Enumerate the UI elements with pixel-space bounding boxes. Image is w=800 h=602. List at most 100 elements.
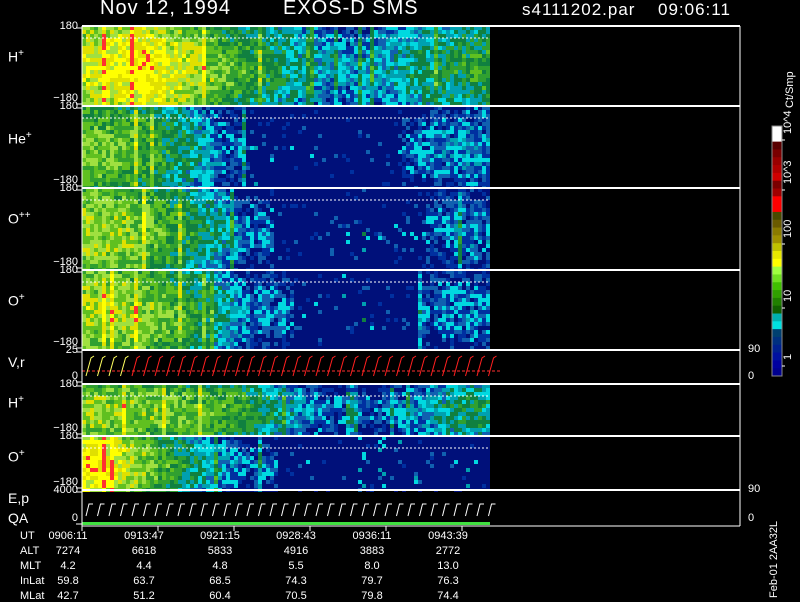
o-plusplus-cell [162,260,166,264]
o-plusplus-cell [190,252,194,256]
he-plus-cell [434,142,438,146]
he-plus-cell [130,154,134,158]
o-plusplus-cell [446,244,450,248]
h-plus-cell [254,86,258,90]
o-plusplus-cell [426,204,430,208]
h-plus-cell [438,90,442,94]
h-plus-cell [462,86,466,90]
h-plus-cell [158,86,162,90]
h-plus-cell [410,38,414,42]
h-plus-cell [434,74,438,78]
h-plus-cell [146,58,150,62]
o-plusplus-cell [434,204,438,208]
he-plus-cell [158,110,162,114]
h-plus-cell [82,78,86,82]
o-plusplus-cell [442,252,446,256]
h-plus-cell [434,30,438,34]
h-plus-cell [106,90,110,94]
he-plus-cell [162,182,166,186]
h-plus-cell [90,58,94,62]
h-plus-cell [374,78,378,82]
he-plus-cell [454,130,458,134]
he-plus-cell [178,134,182,138]
o-plusplus-cell [262,196,266,200]
o-plusplus-cell [446,264,450,268]
o-plusplus-cell [430,204,434,208]
o-plusplus-cell [154,232,158,236]
h-plus-cell [434,78,438,82]
he-plus-cell [226,134,230,138]
h-plus-cell [282,58,286,62]
he-plus-cell [206,122,210,126]
he-plus-cell [386,154,390,158]
o-plusplus-cell [418,256,422,260]
h-plus-cell [182,86,186,90]
h-plus-cell [302,46,306,50]
o-plusplus-cell [246,256,250,260]
h-plus-cell [82,66,86,70]
h-plus-cell [430,38,434,42]
h-plus-cell [146,38,150,42]
h-plus-cell [178,34,182,38]
he-plus-cell [230,174,234,178]
h-plus-cell [398,86,402,90]
he-plus-cell [430,154,434,158]
he-plus-cell [190,178,194,182]
h-plus-cell [242,70,246,74]
h-plus-cell [106,70,110,74]
he-plus-cell [402,122,406,126]
o-plusplus-cell [330,244,334,248]
h-plus-cell [186,46,190,50]
h-plus-cell [322,86,326,90]
he-plus-cell [106,150,110,154]
he-plus-cell [210,162,214,166]
he-plus-cell [142,146,146,150]
o-plusplus-cell [254,256,258,260]
he-plus-cell [210,146,214,150]
h-plus-cell [258,86,262,90]
he-plus-cell [106,154,110,158]
o-plusplus-cell [426,256,430,260]
h-plus-cell [150,86,154,90]
h-plus-cell [382,62,386,66]
he-plus-cell [186,158,190,162]
h-plus-cell [486,66,490,70]
o-plusplus-cell [410,252,414,256]
h-plus-cell [154,34,158,38]
o-plusplus-cell [486,232,490,236]
o-plusplus-cell [110,212,114,216]
o-plusplus-cell [86,192,90,196]
h-plus-cell [146,54,150,58]
o-plusplus-cell [190,192,194,196]
o-plusplus-cell [482,256,486,260]
he-plus-cell [102,114,106,118]
o-plusplus-cell [466,216,470,220]
he-plus-cell [102,162,106,166]
h-plus-cell [318,62,322,66]
h-plus-cell [142,50,146,54]
he-plus-cell [230,162,234,166]
h-plus-cell [450,66,454,70]
h-plus-cell [94,78,98,82]
h-plus-cell [358,58,362,62]
o-plusplus-cell [394,260,398,264]
he-plus-cell [406,138,410,142]
he-plus-cell [406,182,410,186]
h-plus-cell [150,38,154,42]
he-plus-cell [86,158,90,162]
he-plus-cell [174,134,178,138]
h-plus-cell [458,62,462,66]
o-plusplus-cell [242,212,246,216]
h-plus-cell [226,50,230,54]
he-plus-cell [418,162,422,166]
o-plusplus-cell [458,196,462,200]
he-plus-cell [102,174,106,178]
he-plus-cell [462,150,466,154]
o-plusplus-cell [110,264,114,268]
h-plus-cell [394,34,398,38]
o-plusplus-cell [458,220,462,224]
he-plus-cell [134,130,138,134]
h-plus-cell [402,58,406,62]
h-plus-cell [150,46,154,50]
o-plusplus-cell [266,200,270,204]
